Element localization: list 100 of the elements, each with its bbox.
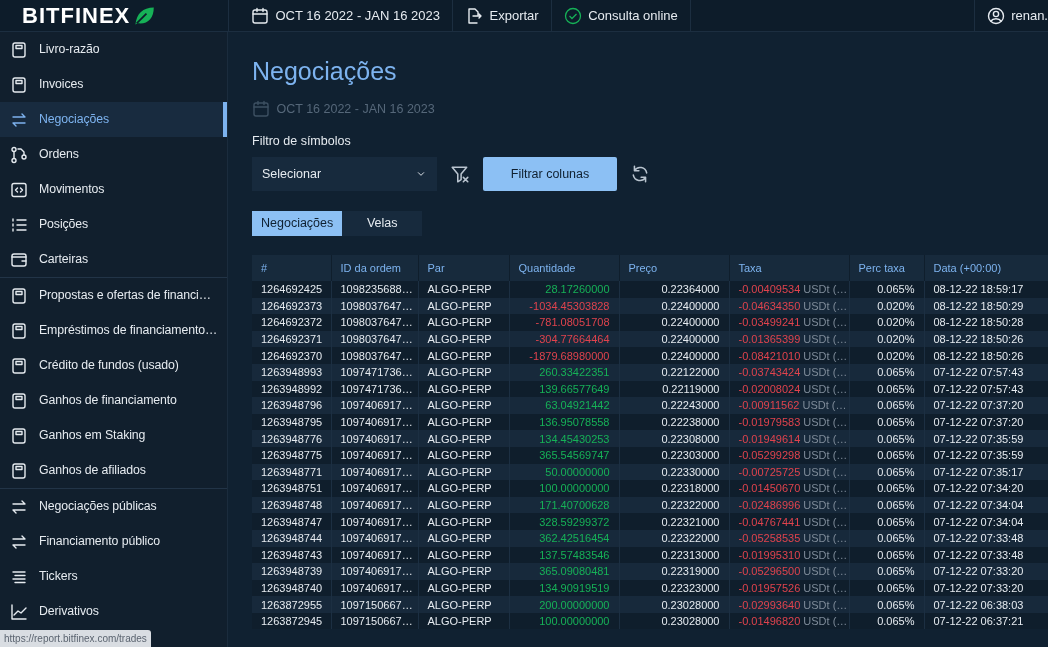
table-cell: 08-12-22 18:50:26 [924,347,1048,364]
calendar-icon [251,6,269,25]
fee-unit: USDt (… [803,615,848,628]
table-cell: 0.22319000 [619,563,729,580]
column-header[interactable]: Preço [619,255,729,281]
column-header[interactable]: Data (+00:00) [924,255,1048,281]
column-header[interactable]: Quantidade [509,255,619,281]
table-cell: 1097150667… [331,596,418,613]
table-cell: 1263948796 [252,397,331,414]
sidebar-item[interactable]: Ganhos em Staking [0,418,227,453]
code-icon [10,180,28,199]
table-cell: 0.065% [849,480,924,497]
date-range[interactable]: OCT 16 2022 - JAN 16 2023 [275,5,441,26]
export-button[interactable]: Exportar [453,0,552,32]
table-cell: 0.22308000 [619,430,729,447]
column-header[interactable]: Taxa [729,255,849,281]
table-cell: 0.23028000 [619,596,729,613]
logo-text: BITFINEX [22,2,131,30]
book-icon [10,391,28,410]
sidebar-item[interactable]: Negociações [0,102,227,137]
column-header[interactable]: ID da ordem [331,255,418,281]
fee-unit: USDt (… [803,548,848,561]
sidebar-item[interactable]: Carteiras [0,242,227,277]
fee-unit: USDt (… [803,382,848,395]
fee-unit: USDt (… [803,582,848,594]
fee-amount: -0.05299298 [738,449,801,462]
table-cell: 0.22243000 [619,397,729,414]
table-cell: 1097406917… [331,430,418,447]
column-header[interactable]: Perc taxa [849,255,924,281]
fee-unit: USDt (… [803,349,848,362]
table-cell: 07-12-22 06:38:03 [924,596,1048,613]
table-cell: ALGO-PERP [418,563,509,580]
fee-amount: -0.00725725 [738,465,801,478]
column-header[interactable]: # [252,255,331,281]
table-cell: -781.08051708 [509,314,619,331]
branch-icon [10,145,28,164]
table-cell: ALGO-PERP [418,480,509,497]
table-cell: ALGO-PERP [418,397,509,414]
sidebar-item[interactable]: Posições [0,207,227,242]
online-status: Consulta online [588,6,678,25]
fee-amount: -0.03743424 [738,366,801,379]
fee-amount: -0.05258535 [738,532,801,545]
table-cell: 08-12-22 18:50:28 [924,314,1048,331]
symbol-select[interactable]: Selecionar [252,157,437,191]
table-cell: 0.22364000 [619,281,729,298]
table-cell: 365.09080481 [509,563,619,580]
fee-unit: USDt (… [803,532,848,545]
sidebar-item[interactable]: Financiamento público [0,524,227,559]
table-cell: 0.065% [849,513,924,530]
tab[interactable]: Negociações [252,210,343,236]
table-cell: 1098037647… [331,314,418,331]
table-cell: 1263948776 [252,430,331,447]
table-cell: 07-12-22 07:33:20 [924,563,1048,580]
table-cell: 0.065% [849,596,924,613]
table-cell: 0.22318000 [619,480,729,497]
sidebar-item[interactable]: Ordens [0,137,227,172]
book-icon [10,40,28,59]
table-cell: 1264692425 [252,281,331,298]
table-cell: 07-12-22 07:35:59 [924,430,1048,447]
fee-amount: -0.01496820 [738,615,801,628]
sidebar-item[interactable]: Empréstimos de financiamento… [0,313,227,348]
fee-amount: -0.01957526 [738,582,801,594]
check-circle-icon [563,6,582,25]
fee-amount: -0.02993640 [738,598,801,611]
table-cell: ALGO-PERP [418,347,509,364]
fee-unit: USDt (… [803,465,848,478]
sidebar-item[interactable]: Ganhos de afiliados [0,453,227,488]
sidebar-item[interactable]: Derivativos [0,594,227,629]
sidebar-item[interactable]: Crédito de fundos (usado) [0,348,227,383]
fee-amount: -0.02486996 [738,499,801,511]
fee-amount: -0.00911562 [738,399,800,412]
table-cell: 1263948747 [252,513,331,530]
table-cell: 1264692372 [252,314,331,331]
sidebar-item[interactable]: Livro-razão [0,32,227,67]
fee-unit: USDt (… [803,366,848,379]
tab[interactable]: Velas [342,210,423,236]
column-header[interactable]: Par [418,255,509,281]
fee-unit: USDt (… [803,565,848,578]
table-cell: 07-12-22 07:34:04 [924,513,1048,530]
fee-unit: USDt (… [802,399,847,412]
sidebar-item[interactable]: Tickers [0,559,227,594]
user-name[interactable]: renan. [1011,5,1048,26]
fee-unit: USDt (… [803,316,848,329]
sidebar-item[interactable]: Negociações públicas [0,489,227,524]
fee-unit: USDt (… [803,482,848,495]
sidebar-item[interactable]: Movimentos [0,172,227,207]
sidebar-item[interactable]: Ganhos de financiamento [0,383,227,418]
calendar-icon [252,100,270,119]
fee-amount: -0.00409534 [738,283,801,296]
page-title: Negociações [252,56,398,86]
table-cell: ALGO-PERP [418,513,509,530]
fee-unit: USDt (… [803,449,848,462]
table-cell: 1264692370 [252,347,331,364]
wallet-icon [10,250,28,269]
sidebar-item[interactable]: Propostas e ofertas de financi… [0,278,227,313]
table-cell: 328.59299372 [509,513,619,530]
filter-columns-button[interactable]: Filtrar colunas [483,157,617,191]
sidebar-item[interactable]: Invoices [0,67,227,102]
fee-amount: -0.01979583 [738,416,801,429]
table-cell: 0.020% [849,347,924,364]
